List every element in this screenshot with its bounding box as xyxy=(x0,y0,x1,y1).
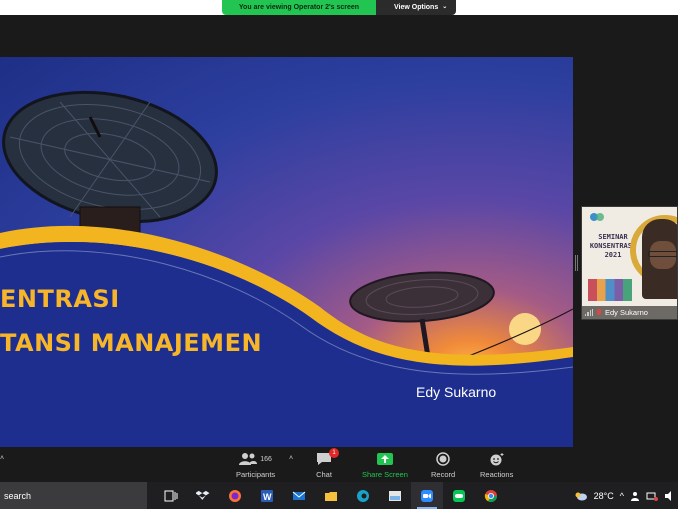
network-icon[interactable] xyxy=(646,491,658,501)
meet-now-icon[interactable] xyxy=(630,491,640,501)
chevron-down-icon: ⌄ xyxy=(442,4,448,10)
participant-video-thumbnail[interactable]: SEMINAR KONSENTRASI 2021 Edy Sukarno xyxy=(581,206,678,320)
panel-resize-handle[interactable] xyxy=(575,255,578,271)
sun-glow xyxy=(509,313,541,345)
view-options-label: View Options xyxy=(394,4,439,11)
task-view-icon[interactable] xyxy=(155,482,187,509)
weather-cloud-icon[interactable] xyxy=(574,491,588,501)
chat-icon-wrap: 1 xyxy=(316,448,339,467)
poster-city-art xyxy=(588,279,632,301)
signal-bars-icon xyxy=(585,309,593,316)
reactions-icon xyxy=(490,453,504,466)
temperature-readout[interactable]: 28°C xyxy=(594,491,614,501)
mic-muted-icon xyxy=(596,308,602,317)
tray-chevron-up-icon[interactable]: ^ xyxy=(620,491,624,501)
record-button[interactable]: Record xyxy=(431,451,455,479)
event-logo-icon xyxy=(590,213,604,221)
participant-name-tag: Edy Sukarno xyxy=(582,306,677,319)
reactions-icon-wrap xyxy=(489,451,505,467)
dropbox-icon[interactable] xyxy=(187,482,219,509)
chevron-up-icon[interactable]: ˄ xyxy=(0,455,4,462)
record-icon-wrap xyxy=(436,451,450,467)
chat-label: Chat xyxy=(316,470,332,479)
volume-icon[interactable] xyxy=(664,490,674,501)
reactions-button[interactable]: Reactions xyxy=(480,451,513,479)
file-explorer-icon[interactable] xyxy=(315,482,347,509)
edge-icon[interactable] xyxy=(347,482,379,509)
viewing-screen-message: You are viewing Operator 2's screen xyxy=(222,0,376,15)
taskbar-app-icons: W xyxy=(155,482,507,509)
slide-title-line1: ENTRASI xyxy=(0,285,120,313)
reactions-label: Reactions xyxy=(480,470,514,479)
record-label: Record xyxy=(431,470,456,479)
firefox-icon[interactable] xyxy=(219,482,251,509)
participants-icon-wrap: 166 xyxy=(239,451,272,467)
participants-caret-icon[interactable]: ˄ xyxy=(289,455,293,462)
view-options-button[interactable]: View Options ⌄ xyxy=(376,0,456,15)
mail-icon[interactable] xyxy=(283,482,315,509)
record-icon xyxy=(436,452,450,466)
share-screen-button[interactable]: Share Screen xyxy=(362,451,408,479)
participant-name: Edy Sukarno xyxy=(605,308,648,317)
shared-screen-area: ENTRASI TANSI MANAJEMEN Edy Sukarno SEMI… xyxy=(0,15,678,455)
windows-taskbar: search W 28°C ^ xyxy=(0,482,678,509)
share-screen-label: Share Screen xyxy=(362,470,408,479)
slide-title-line2: TANSI MANAJEMEN xyxy=(0,329,263,357)
zoom-meeting-window: You are viewing Operator 2's screen View… xyxy=(0,0,678,509)
satellite-dish-large xyxy=(2,90,218,248)
chrome-icon[interactable] xyxy=(475,482,507,509)
meeting-controls-bar: ˄ 166 Participants ˄ 1 Chat Share Screen… xyxy=(0,447,678,482)
zoom-icon[interactable] xyxy=(411,482,443,509)
participants-count: 166 xyxy=(260,455,272,463)
share-screen-icon xyxy=(376,453,393,465)
svg-text:W: W xyxy=(263,492,272,502)
line-icon[interactable] xyxy=(443,482,475,509)
system-tray: 28°C ^ xyxy=(574,482,678,509)
participants-label: Participants xyxy=(236,470,276,479)
word-icon[interactable]: W xyxy=(251,482,283,509)
participants-button[interactable]: 166 Participants xyxy=(236,451,275,479)
chat-badge: 1 xyxy=(329,448,339,458)
slide-presenter-name: Edy Sukarno xyxy=(416,384,497,400)
search-text: search xyxy=(4,490,32,501)
screen-share-banner: You are viewing Operator 2's screen View… xyxy=(222,0,456,15)
presentation-slide: ENTRASI TANSI MANAJEMEN Edy Sukarno xyxy=(0,57,573,455)
share-icon-wrap xyxy=(376,451,394,467)
participants-icon xyxy=(239,453,258,465)
chat-button[interactable]: 1 Chat xyxy=(316,448,339,479)
image-app-icon[interactable] xyxy=(379,482,411,509)
taskbar-search-box[interactable]: search xyxy=(0,482,147,509)
participant-glasses xyxy=(648,251,677,257)
